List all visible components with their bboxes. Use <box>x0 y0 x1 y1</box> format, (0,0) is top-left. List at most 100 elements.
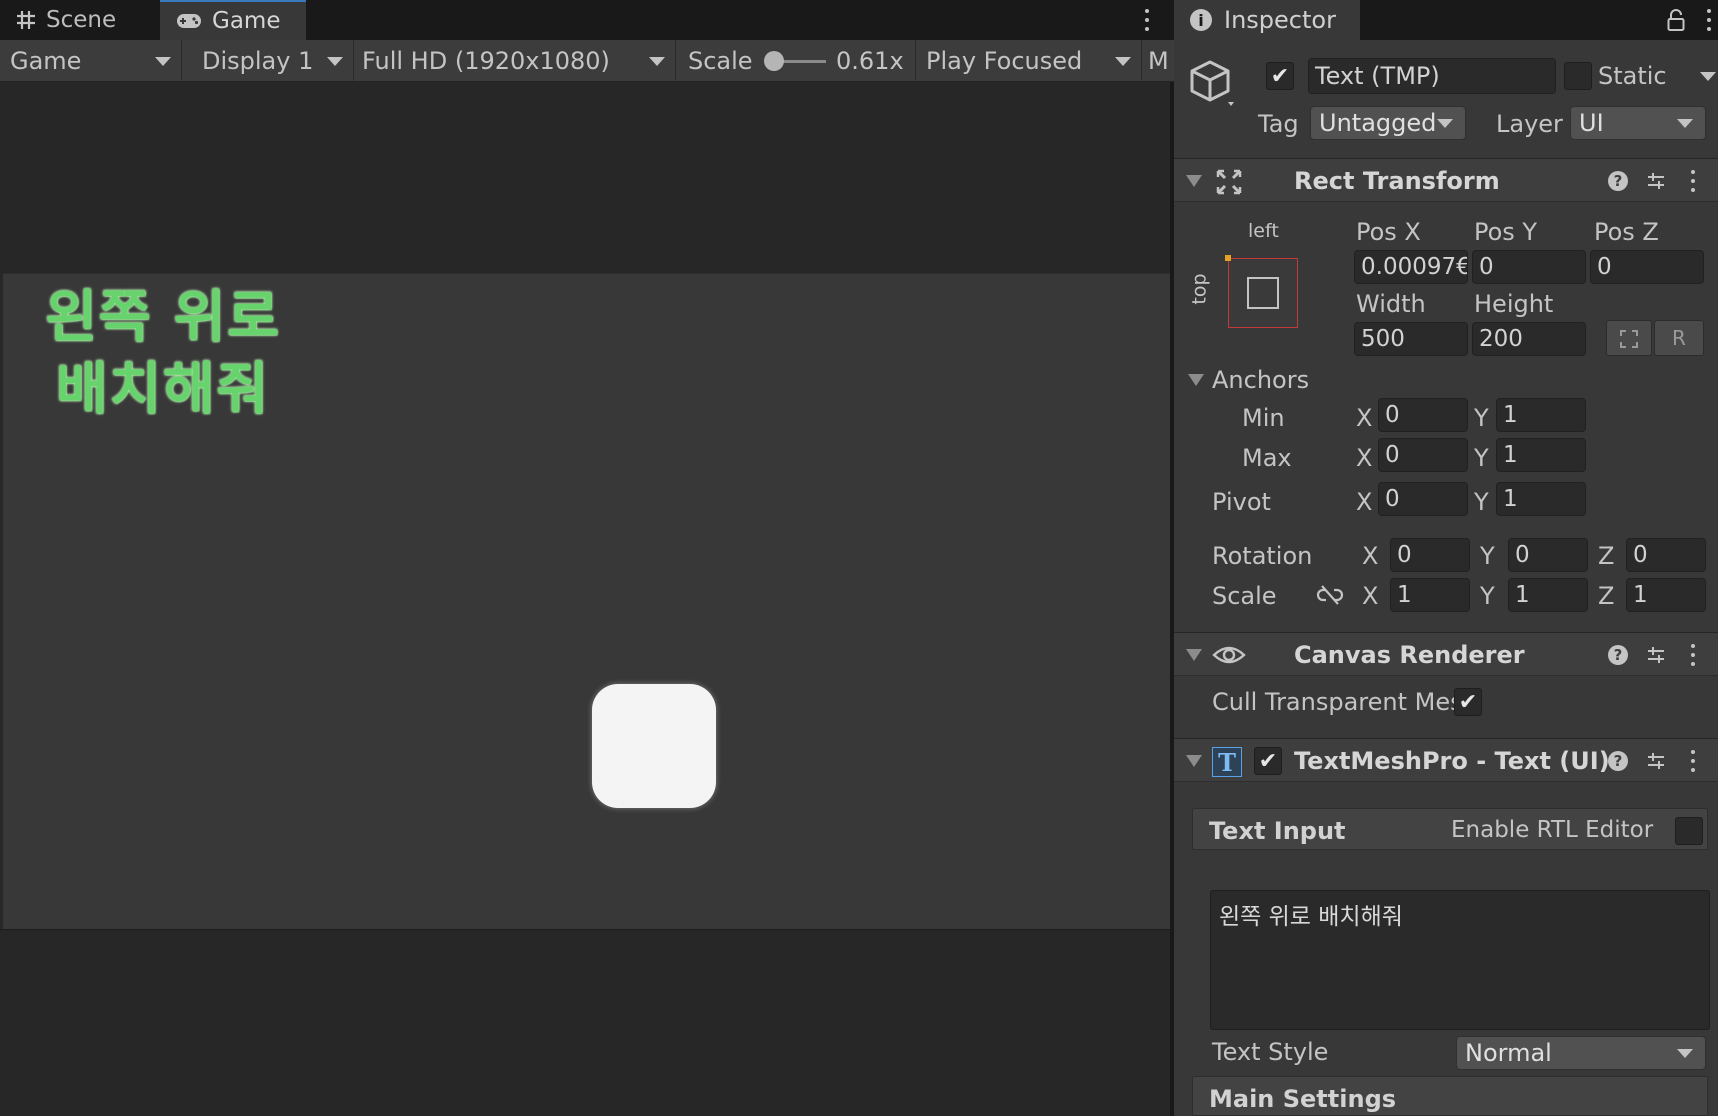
rotation-y-field[interactable]: 0 <box>1508 538 1588 572</box>
layer-dropdown[interactable]: UI <box>1570 106 1706 140</box>
rotation-x: 0 <box>1397 542 1412 568</box>
fold-arrow-icon[interactable] <box>1186 649 1202 661</box>
anchor-horizontal-label: left <box>1248 220 1279 242</box>
lock-icon[interactable] <box>1666 8 1686 32</box>
game-viewport[interactable]: 왼쪽 위로 배치해줘 <box>3 273 1170 929</box>
view-mode-dropdown[interactable]: Game <box>0 40 182 82</box>
display-value: Display 1 <box>202 47 314 75</box>
cull-transparent-checkbox[interactable]: ✔ <box>1454 688 1482 716</box>
text-input-area[interactable]: 왼쪽 위로 배치해줘 <box>1210 890 1710 1030</box>
tag-label: Tag <box>1258 110 1299 138</box>
display-dropdown[interactable]: Display 1 <box>182 40 354 82</box>
rect-transform-header[interactable]: Rect Transform ? <box>1174 158 1718 202</box>
help-icon[interactable]: ? <box>1608 645 1628 665</box>
game-view-menu-icon[interactable] <box>1142 6 1152 34</box>
static-checkbox[interactable] <box>1564 62 1592 90</box>
pos-y-value: 0 <box>1479 254 1494 280</box>
preset-icon[interactable] <box>1646 751 1666 771</box>
anchor-point-marker <box>1225 255 1231 261</box>
tab-game[interactable]: Game <box>160 0 306 40</box>
text-input-label: Text Input <box>1209 817 1346 845</box>
rotation-z-field[interactable]: 0 <box>1626 538 1706 572</box>
gameobject-active-checkbox[interactable]: ✔ <box>1266 62 1294 90</box>
letterbox-top <box>0 83 1170 273</box>
fold-arrow-icon[interactable] <box>1186 175 1202 187</box>
scale-slider-handle[interactable] <box>764 51 784 71</box>
chevron-down-icon <box>1677 119 1693 128</box>
pivot-x: 0 <box>1385 486 1400 512</box>
preset-icon[interactable] <box>1646 645 1666 665</box>
scale-z-field[interactable]: 1 <box>1626 578 1706 612</box>
help-icon[interactable]: ? <box>1608 171 1628 191</box>
anchor-max-x-field[interactable]: 0 <box>1378 438 1468 472</box>
anchor-min-y-field[interactable]: 1 <box>1496 398 1586 432</box>
rect-transform-title: Rect Transform <box>1294 167 1500 195</box>
gameobject-name-field[interactable]: Text (TMP) <box>1308 58 1556 94</box>
gamepad-icon <box>177 14 201 28</box>
main-settings-section[interactable]: Main Settings <box>1192 1076 1708 1116</box>
layer-value: UI <box>1579 109 1604 137</box>
textmeshpro-icon: T <box>1212 747 1242 777</box>
anchor-preset-button[interactable] <box>1225 255 1298 328</box>
scale-y-field[interactable]: 1 <box>1508 578 1588 612</box>
height-field[interactable]: 200 <box>1472 322 1586 356</box>
game-rounded-button[interactable] <box>592 684 716 808</box>
inspector-menu-icon[interactable] <box>1704 6 1714 34</box>
raw-edit-button[interactable]: R <box>1654 320 1704 356</box>
rotation-x-field[interactable]: 0 <box>1390 538 1470 572</box>
static-label: Static <box>1598 62 1667 90</box>
static-dropdown-icon[interactable] <box>1700 72 1716 81</box>
y-label: Y <box>1474 404 1489 432</box>
gameobject-cube-icon[interactable] <box>1188 58 1236 108</box>
textmeshpro-header[interactable]: T ✔ TextMeshPro - Text (UI) ? <box>1174 738 1718 782</box>
pos-z-label: Pos Z <box>1594 218 1659 246</box>
scale-x-field[interactable]: 1 <box>1390 578 1470 612</box>
pivot-y-field[interactable]: 1 <box>1496 482 1586 516</box>
y-label: Y <box>1474 444 1489 472</box>
pos-x-field[interactable]: 0.00097€ <box>1354 250 1468 284</box>
tab-scene[interactable]: Scene <box>0 0 160 40</box>
enable-rtl-checkbox[interactable] <box>1675 817 1703 845</box>
rotation-label: Rotation <box>1212 542 1313 570</box>
layer-label: Layer <box>1496 110 1563 138</box>
anchor-min-x-field[interactable]: 0 <box>1378 398 1468 432</box>
tag-value: Untagged <box>1319 109 1437 137</box>
play-mode-dropdown[interactable]: Play Focused <box>916 40 1142 82</box>
pos-z-field[interactable]: 0 <box>1590 250 1704 284</box>
anchor-rect-icon <box>1247 277 1279 309</box>
preset-icon[interactable] <box>1646 171 1666 191</box>
text-input-section: Text Input Enable RTL Editor <box>1192 808 1708 850</box>
tab-game-label: Game <box>212 8 281 34</box>
letterbox-bottom <box>0 929 1170 1116</box>
tab-inspector[interactable]: i Inspector <box>1174 0 1360 40</box>
pivot-x-field[interactable]: 0 <box>1378 482 1468 516</box>
unlinked-chain-icon[interactable] <box>1316 584 1344 606</box>
chevron-down-icon <box>649 57 665 66</box>
pos-y-field[interactable]: 0 <box>1472 250 1586 284</box>
text-style-dropdown[interactable]: Normal <box>1456 1036 1706 1070</box>
cull-transparent-label: Cull Transparent Mes <box>1212 688 1463 716</box>
textmeshpro-enabled-checkbox[interactable]: ✔ <box>1254 747 1282 775</box>
scale-control: Scale 0.61x <box>676 40 916 82</box>
component-menu-icon[interactable] <box>1690 168 1696 194</box>
width-field[interactable]: 500 <box>1354 322 1468 356</box>
blueprint-mode-button[interactable] <box>1606 320 1652 356</box>
textmeshpro-title: TextMeshPro - Text (UI) <box>1294 747 1610 775</box>
more-toolbar-button[interactable]: M <box>1142 40 1174 82</box>
anchors-fold-icon[interactable] <box>1188 374 1204 386</box>
game-view-panel: Scene Game Game Display 1 Full HD (1920x… <box>0 0 1174 1116</box>
help-icon[interactable]: ? <box>1608 751 1628 771</box>
y-label: Y <box>1474 488 1489 516</box>
component-menu-icon[interactable] <box>1690 642 1696 668</box>
anchor-min-x: 0 <box>1385 402 1400 428</box>
scale-label: Scale <box>1212 582 1277 610</box>
tag-dropdown[interactable]: Untagged <box>1310 106 1466 140</box>
resolution-dropdown[interactable]: Full HD (1920x1080) <box>354 40 676 82</box>
fold-arrow-icon[interactable] <box>1186 755 1202 767</box>
anchor-max-y-field[interactable]: 1 <box>1496 438 1586 472</box>
pivot-y: 1 <box>1503 486 1518 512</box>
component-menu-icon[interactable] <box>1690 748 1696 774</box>
pos-x-value: 0.00097€ <box>1361 254 1468 280</box>
chevron-down-icon <box>155 57 171 66</box>
canvas-renderer-header[interactable]: Canvas Renderer ? <box>1174 632 1718 676</box>
